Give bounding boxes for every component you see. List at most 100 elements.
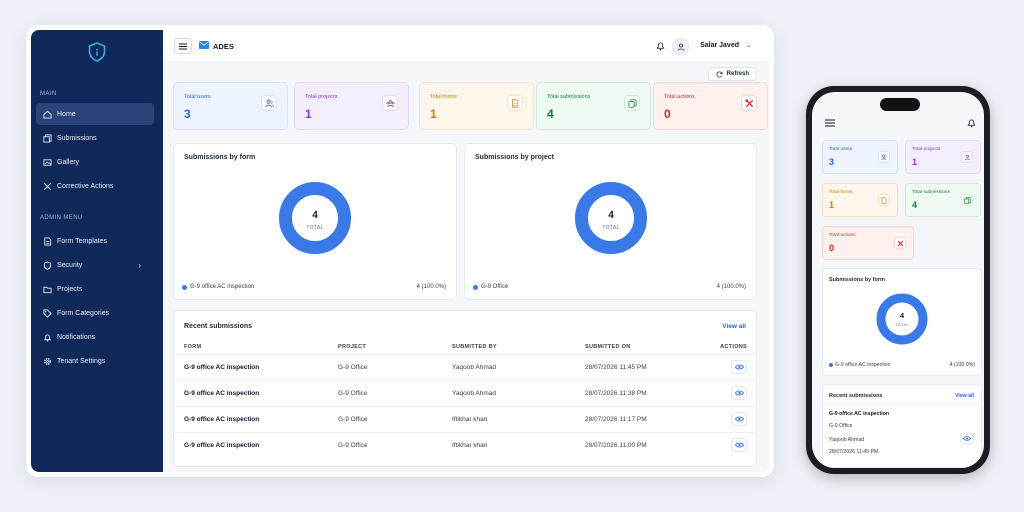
column-header-form: FORM	[184, 344, 202, 350]
cell-submitted-on: 28/07/2026 11:45 PM	[585, 364, 647, 371]
avatar[interactable]	[672, 38, 689, 55]
sidebar-item-notifications[interactable]: Notifications	[36, 326, 154, 348]
donut-total: 4	[312, 210, 318, 221]
legend-dot	[473, 284, 478, 290]
donut-total-label: TOTAL	[602, 225, 620, 231]
mobile-chart-card: Submissions by form 4 TOTAL G-9 office A…	[822, 268, 982, 376]
refresh-button[interactable]: Refresh	[707, 67, 757, 81]
cell-form[interactable]: G-9 office AC inspection	[184, 390, 259, 397]
cell-project: G-9 Office	[338, 364, 368, 371]
sidebar-item-projects[interactable]: Projects	[36, 278, 154, 300]
cell-form[interactable]: G-9 office AC inspection	[184, 416, 259, 423]
mobile-recent-card: Recent submissions View all G-9 office A…	[822, 384, 982, 468]
user-name[interactable]: Salar Javed	[700, 42, 739, 49]
stat-card-projects: Total projects 1	[905, 140, 981, 174]
stat-label: Total submissions	[912, 190, 950, 195]
menu-toggle-button[interactable]	[174, 38, 192, 54]
table-row: G-9 office AC inspection G-9 Office Ifti…	[174, 406, 756, 432]
stat-label: Total forms	[829, 190, 853, 195]
copy-icon	[624, 95, 640, 111]
recent-submitted-on: 28/07/2026 11:45 PM	[829, 449, 879, 455]
sidebar-item-label: Form Categories	[57, 309, 110, 317]
bell-icon[interactable]	[967, 118, 976, 128]
view-button[interactable]	[731, 438, 747, 452]
stat-label: Total projects	[912, 147, 941, 152]
stat-card-forms: Total forms 1	[822, 183, 898, 217]
recent-title: Recent submissions	[184, 323, 253, 330]
stat-value: 3	[184, 107, 191, 121]
sidebar-item-label: Submissions	[57, 134, 97, 142]
view-button[interactable]	[731, 412, 747, 426]
tools-icon	[894, 237, 906, 249]
sidebar-item-corrective-actions[interactable]: Corrective Actions	[36, 175, 154, 197]
recent-form[interactable]: G-9 office AC inspection	[829, 411, 889, 417]
column-header-actions: ACTIONS	[720, 344, 747, 350]
donut-total: 4	[899, 311, 905, 320]
sidebar-item-security[interactable]: Security ›	[36, 254, 154, 276]
cell-form[interactable]: G-9 office AC inspection	[184, 442, 259, 449]
sidebar-item-home[interactable]: Home	[36, 103, 154, 125]
sidebar-item-label: Corrective Actions	[57, 182, 114, 190]
sidebar-item-gallery[interactable]: Gallery	[36, 151, 154, 173]
cell-submitted-on: 28/07/2026 11:38 PM	[585, 390, 647, 397]
column-header-submitted-by: SUBMITTED BY	[452, 344, 497, 350]
bell-icon	[42, 332, 52, 342]
cell-submitted-by: Iftikhar khan	[452, 416, 488, 423]
sidebar-item-form-templates[interactable]: Form Templates	[36, 230, 154, 252]
sidebar-item-label: Tenant Settings	[57, 357, 106, 365]
cell-submitted-by: Iftikhar khan	[452, 442, 488, 449]
chevron-down-icon[interactable]: ⌄	[746, 41, 752, 49]
bell-icon[interactable]	[656, 41, 665, 51]
donut-total-label: TOTAL	[894, 322, 910, 327]
sidebar-item-tenant-settings[interactable]: Tenant Settings	[36, 350, 154, 372]
stat-label: Total actions	[829, 233, 856, 238]
legend-label: G-9 office AC inspection	[190, 284, 255, 290]
document-icon	[42, 236, 52, 246]
view-all-link[interactable]: View all	[722, 323, 746, 330]
view-button[interactable]	[731, 360, 747, 374]
sidebar: MAIN Home Submissions Gallery Corrective…	[31, 30, 163, 472]
stat-value: 0	[664, 107, 671, 121]
eye-icon	[734, 416, 744, 422]
folder-icon	[42, 284, 52, 294]
view-all-link[interactable]: View all	[955, 393, 974, 399]
stat-value: 4	[547, 107, 554, 121]
stat-value: 1	[829, 200, 835, 210]
tools-icon	[741, 95, 757, 111]
chart-title: Submissions by project	[475, 154, 554, 161]
chart-card-by-project: Submissions by project 4 TOTAL G-9 Offic…	[464, 143, 757, 300]
legend-value: 4 (100.0%)	[716, 284, 746, 290]
stat-value: 1	[305, 107, 312, 121]
legend-value: 4 (100.0%)	[949, 362, 975, 368]
eye-icon	[734, 390, 744, 396]
phone-notch	[880, 98, 920, 111]
hamburger-icon[interactable]	[824, 118, 836, 128]
stat-card-users: Total users 3	[173, 82, 288, 130]
users-icon	[878, 151, 890, 163]
copy-icon	[961, 194, 973, 206]
gear-icon	[42, 356, 52, 366]
stat-value: 4	[912, 200, 918, 210]
chart-card-by-form: Submissions by form 4 TOTAL G-9 office A…	[173, 143, 457, 300]
chart-title: Submissions by form	[184, 154, 256, 161]
legend-dot	[182, 284, 187, 290]
sidebar-item-form-categories[interactable]: Form Categories	[36, 302, 154, 324]
legend-value: 4 (100.0%)	[416, 284, 446, 290]
copy-icon	[42, 133, 52, 143]
refresh-label: Refresh	[726, 71, 749, 77]
cell-submitted-by: Yaqoob Ahmad	[452, 364, 496, 371]
stat-card-actions: Total actions 0	[653, 82, 768, 130]
eye-icon	[963, 436, 971, 441]
chart-legend: G-9 office AC inspection	[829, 362, 891, 368]
sidebar-item-label: Projects	[57, 285, 83, 293]
cell-submitted-by: Yaqoob Ahmad	[452, 390, 496, 397]
stat-card-submissions: Total submissions 4	[536, 82, 651, 130]
stat-value: 3	[829, 157, 835, 167]
sidebar-item-label: Form Templates	[57, 237, 108, 245]
stat-value: 1	[430, 107, 437, 121]
view-button[interactable]	[731, 386, 747, 400]
view-button[interactable]	[960, 433, 974, 444]
sidebar-item-submissions[interactable]: Submissions	[36, 127, 154, 149]
stat-label: Total forms	[430, 94, 457, 100]
cell-form[interactable]: G-9 office AC inspection	[184, 364, 259, 371]
